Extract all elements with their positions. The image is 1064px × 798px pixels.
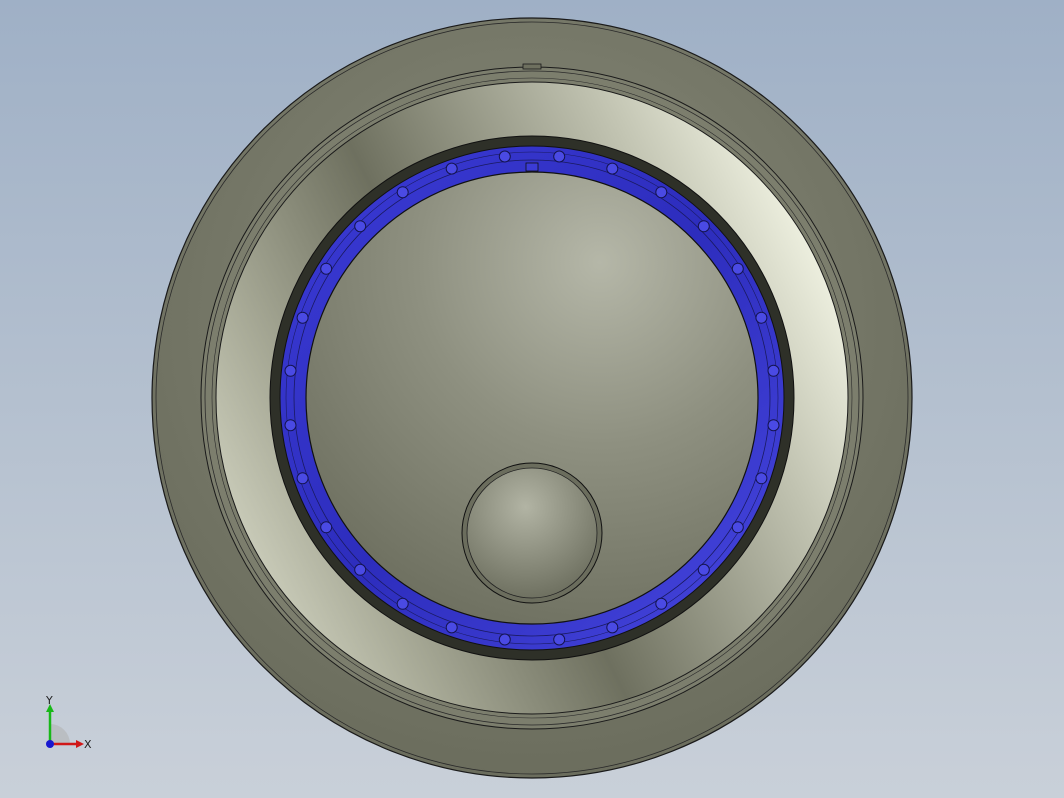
bolt-hole [320,262,333,275]
ring-tab [525,162,539,172]
bolt-hole [767,364,780,377]
bolt-hole [553,633,566,646]
x-axis-head [76,740,84,748]
bolt-hole [354,220,367,233]
bolt-hole [697,220,710,233]
bolt-hole [296,472,309,485]
bolt-hole [731,521,744,534]
bolt-hole [606,621,619,634]
bolt-hole [655,597,668,610]
bolt-hole [553,150,566,163]
y-axis-label: Y [45,696,53,707]
triad-quadrant [50,724,70,744]
bolt-hole [320,521,333,534]
bolt-hole [606,162,619,175]
top-notch [522,63,542,70]
bolt-hole [697,563,710,576]
bolt-hole [396,186,409,199]
x-axis-label: X [84,738,92,751]
bolt-hole [284,364,297,377]
coordinate-triad: Y X [45,696,92,751]
bolt-hole [445,162,458,175]
bolt-hole [296,311,309,324]
bolt-hole [445,621,458,634]
bolt-hole [755,311,768,324]
bolt-hole [498,633,511,646]
z-axis-dot [46,740,54,748]
flange-assembly[interactable] [151,17,913,779]
model-viewport[interactable] [0,0,1064,798]
port-disc[interactable] [466,467,598,599]
bolt-hole [767,419,780,432]
bolt-hole [354,563,367,576]
bolt-hole [755,472,768,485]
bolt-hole [396,597,409,610]
bolt-hole [284,419,297,432]
bolt-hole [498,150,511,163]
bolt-hole [655,186,668,199]
bolt-hole [731,262,744,275]
